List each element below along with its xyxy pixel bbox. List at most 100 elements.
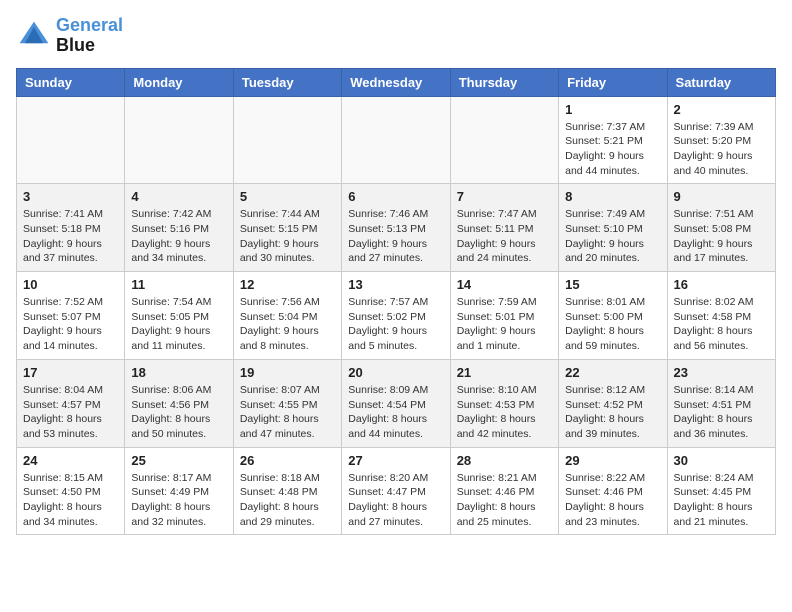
calendar-cell: 8 Sunrise: 7:49 AM Sunset: 5:10 PM Daylig… (559, 184, 667, 272)
day-number: 14 (457, 277, 552, 292)
calendar-cell: 7 Sunrise: 7:47 AM Sunset: 5:11 PM Daylig… (450, 184, 558, 272)
page: General Blue SundayMondayTuesdayWednesda… (0, 0, 792, 551)
calendar-cell: 13 Sunrise: 7:57 AM Sunset: 5:02 PM Dayli… (342, 272, 450, 360)
header: General Blue (16, 16, 776, 56)
calendar-header-monday: Monday (125, 68, 233, 96)
calendar-table: SundayMondayTuesdayWednesdayThursdayFrid… (16, 68, 776, 536)
calendar-cell: 27 Sunrise: 8:20 AM Sunset: 4:47 PM Dayli… (342, 447, 450, 535)
calendar-header-friday: Friday (559, 68, 667, 96)
calendar-header-sunday: Sunday (17, 68, 125, 96)
calendar-cell: 3Sunrise: 7:41 AM Sunset: 5:18 PM Daylig… (17, 184, 125, 272)
calendar-header-wednesday: Wednesday (342, 68, 450, 96)
calendar-cell: 30 Sunrise: 8:24 AM Sunset: 4:45 PM Dayli… (667, 447, 775, 535)
day-info: Sunrise: 8:06 AM Sunset: 4:56 PM Dayligh… (131, 383, 226, 442)
calendar-cell: 14 Sunrise: 7:59 AM Sunset: 5:01 PM Dayli… (450, 272, 558, 360)
calendar-week-3: 17 Sunrise: 8:04 AM Sunset: 4:57 PM Dayli… (17, 359, 776, 447)
day-info: Sunrise: 8:07 AM Sunset: 4:55 PM Dayligh… (240, 383, 335, 442)
calendar-cell: 19 Sunrise: 8:07 AM Sunset: 4:55 PM Dayli… (233, 359, 341, 447)
day-info: Sunrise: 8:24 AM Sunset: 4:45 PM Dayligh… (674, 471, 769, 530)
day-info: Sunrise: 8:21 AM Sunset: 4:46 PM Dayligh… (457, 471, 552, 530)
calendar-cell: 24Sunrise: 8:15 AM Sunset: 4:50 PM Dayli… (17, 447, 125, 535)
day-info: Sunrise: 7:46 AM Sunset: 5:13 PM Dayligh… (348, 207, 443, 266)
day-number: 16 (674, 277, 769, 292)
day-info: Sunrise: 7:52 AM Sunset: 5:07 PM Dayligh… (23, 295, 118, 354)
day-info: Sunrise: 7:39 AM Sunset: 5:20 PM Dayligh… (674, 120, 769, 179)
logo-icon (16, 18, 52, 54)
day-info: Sunrise: 8:17 AM Sunset: 4:49 PM Dayligh… (131, 471, 226, 530)
calendar-week-2: 10 Sunrise: 7:52 AM Sunset: 5:07 PM Dayli… (17, 272, 776, 360)
day-info: Sunrise: 7:56 AM Sunset: 5:04 PM Dayligh… (240, 295, 335, 354)
day-number: 29 (565, 453, 660, 468)
calendar-cell: 26 Sunrise: 8:18 AM Sunset: 4:48 PM Dayli… (233, 447, 341, 535)
day-number: 20 (348, 365, 443, 380)
calendar-cell: 15 Sunrise: 8:01 AM Sunset: 5:00 PM Dayli… (559, 272, 667, 360)
day-number: 11 (131, 277, 226, 292)
calendar-cell: 29 Sunrise: 8:22 AM Sunset: 4:46 PM Dayli… (559, 447, 667, 535)
day-number: 27 (348, 453, 443, 468)
day-number: 22 (565, 365, 660, 380)
calendar-cell: 25 Sunrise: 8:17 AM Sunset: 4:49 PM Dayli… (125, 447, 233, 535)
logo: General Blue (16, 16, 123, 56)
calendar-cell (125, 96, 233, 184)
day-info: Sunrise: 8:01 AM Sunset: 5:00 PM Dayligh… (565, 295, 660, 354)
day-info: Sunrise: 7:44 AM Sunset: 5:15 PM Dayligh… (240, 207, 335, 266)
calendar-header-thursday: Thursday (450, 68, 558, 96)
day-number: 3 (23, 189, 118, 204)
calendar-cell: 21Sunrise: 8:10 AM Sunset: 4:53 PM Dayli… (450, 359, 558, 447)
day-number: 5 (240, 189, 335, 204)
calendar-week-4: 24Sunrise: 8:15 AM Sunset: 4:50 PM Dayli… (17, 447, 776, 535)
calendar-cell (342, 96, 450, 184)
day-info: Sunrise: 8:18 AM Sunset: 4:48 PM Dayligh… (240, 471, 335, 530)
calendar-cell: 1 Sunrise: 7:37 AM Sunset: 5:21 PM Daylig… (559, 96, 667, 184)
calendar-cell: 6 Sunrise: 7:46 AM Sunset: 5:13 PM Daylig… (342, 184, 450, 272)
day-number: 24 (23, 453, 118, 468)
calendar-cell: 28 Sunrise: 8:21 AM Sunset: 4:46 PM Dayli… (450, 447, 558, 535)
day-info: Sunrise: 8:22 AM Sunset: 4:46 PM Dayligh… (565, 471, 660, 530)
day-info: Sunrise: 7:57 AM Sunset: 5:02 PM Dayligh… (348, 295, 443, 354)
day-number: 7 (457, 189, 552, 204)
calendar-cell: 16 Sunrise: 8:02 AM Sunset: 4:58 PM Dayli… (667, 272, 775, 360)
day-number: 1 (565, 102, 660, 117)
calendar-cell: 12 Sunrise: 7:56 AM Sunset: 5:04 PM Dayli… (233, 272, 341, 360)
day-info: Sunrise: 8:02 AM Sunset: 4:58 PM Dayligh… (674, 295, 769, 354)
calendar-cell: 2 Sunrise: 7:39 AM Sunset: 5:20 PM Daylig… (667, 96, 775, 184)
day-number: 25 (131, 453, 226, 468)
calendar-cell: 22Sunrise: 8:12 AM Sunset: 4:52 PM Dayli… (559, 359, 667, 447)
day-number: 18 (131, 365, 226, 380)
day-number: 8 (565, 189, 660, 204)
day-number: 17 (23, 365, 118, 380)
day-number: 13 (348, 277, 443, 292)
calendar-cell: 20Sunrise: 8:09 AM Sunset: 4:54 PM Dayli… (342, 359, 450, 447)
day-number: 15 (565, 277, 660, 292)
day-number: 4 (131, 189, 226, 204)
calendar-cell: 10 Sunrise: 7:52 AM Sunset: 5:07 PM Dayli… (17, 272, 125, 360)
day-number: 6 (348, 189, 443, 204)
calendar-week-1: 3Sunrise: 7:41 AM Sunset: 5:18 PM Daylig… (17, 184, 776, 272)
calendar-cell (450, 96, 558, 184)
day-number: 28 (457, 453, 552, 468)
day-info: Sunrise: 8:20 AM Sunset: 4:47 PM Dayligh… (348, 471, 443, 530)
day-info: Sunrise: 7:37 AM Sunset: 5:21 PM Dayligh… (565, 120, 660, 179)
day-number: 12 (240, 277, 335, 292)
day-number: 10 (23, 277, 118, 292)
calendar-header-saturday: Saturday (667, 68, 775, 96)
day-number: 26 (240, 453, 335, 468)
day-number: 9 (674, 189, 769, 204)
calendar-cell: 18 Sunrise: 8:06 AM Sunset: 4:56 PM Dayli… (125, 359, 233, 447)
calendar-header-row: SundayMondayTuesdayWednesdayThursdayFrid… (17, 68, 776, 96)
day-number: 2 (674, 102, 769, 117)
day-info: Sunrise: 7:49 AM Sunset: 5:10 PM Dayligh… (565, 207, 660, 266)
calendar-cell: 23Sunrise: 8:14 AM Sunset: 4:51 PM Dayli… (667, 359, 775, 447)
calendar-cell: 9 Sunrise: 7:51 AM Sunset: 5:08 PM Daylig… (667, 184, 775, 272)
logo-text: General Blue (56, 16, 123, 56)
day-info: Sunrise: 7:51 AM Sunset: 5:08 PM Dayligh… (674, 207, 769, 266)
day-number: 23 (674, 365, 769, 380)
calendar-cell: 5 Sunrise: 7:44 AM Sunset: 5:15 PM Daylig… (233, 184, 341, 272)
day-info: Sunrise: 7:47 AM Sunset: 5:11 PM Dayligh… (457, 207, 552, 266)
day-number: 19 (240, 365, 335, 380)
day-number: 30 (674, 453, 769, 468)
calendar-header-tuesday: Tuesday (233, 68, 341, 96)
calendar-cell: 4Sunrise: 7:42 AM Sunset: 5:16 PM Daylig… (125, 184, 233, 272)
day-info: Sunrise: 7:59 AM Sunset: 5:01 PM Dayligh… (457, 295, 552, 354)
day-info: Sunrise: 8:04 AM Sunset: 4:57 PM Dayligh… (23, 383, 118, 442)
